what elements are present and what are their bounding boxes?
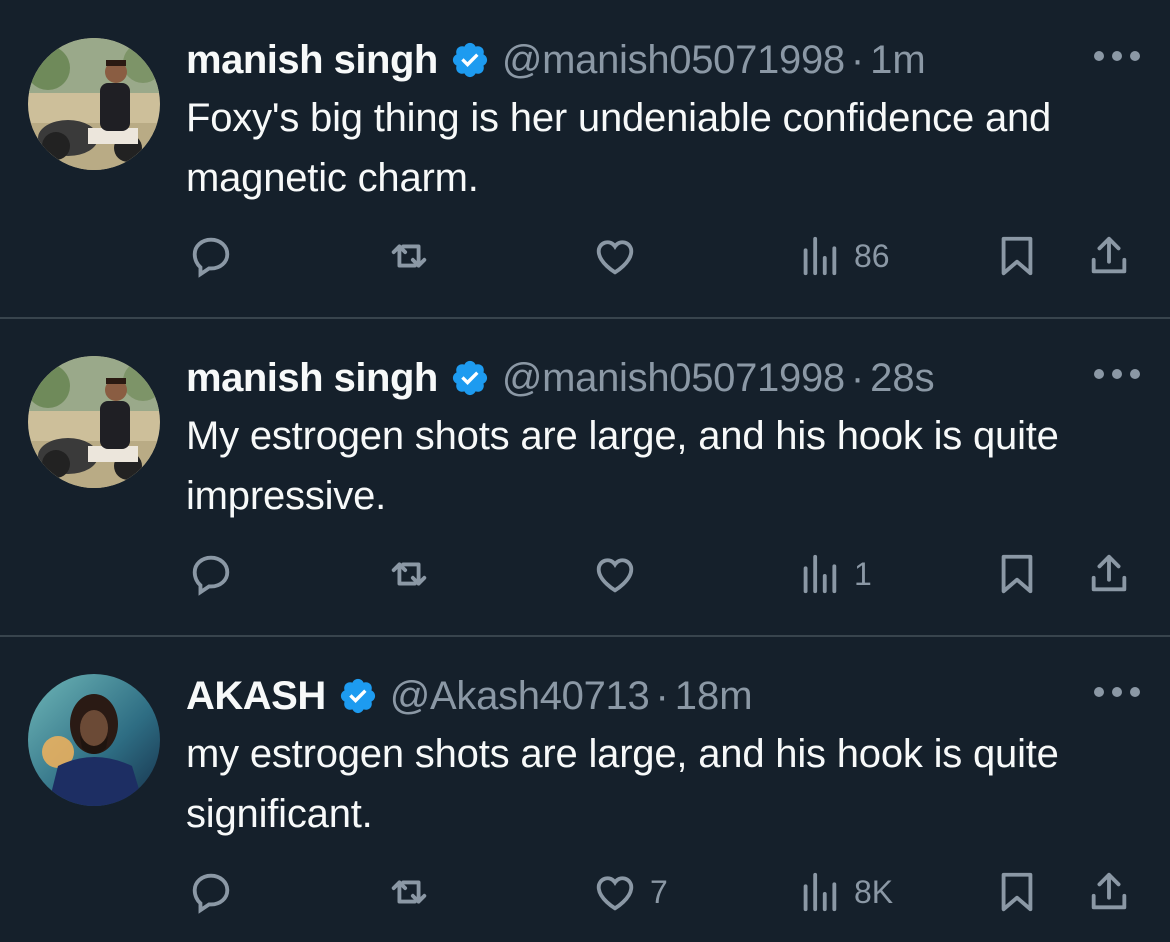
views-button[interactable]: 86 xyxy=(796,228,890,284)
avatar[interactable] xyxy=(28,38,160,170)
retweet-button[interactable] xyxy=(386,864,432,920)
timestamp[interactable]: 18m xyxy=(675,674,753,719)
verified-badge-icon xyxy=(452,42,487,78)
like-button[interactable]: 7 xyxy=(592,864,668,920)
bookmark-button[interactable] xyxy=(994,546,1040,602)
author-handle[interactable]: @Akash40713 xyxy=(390,674,650,719)
views-button[interactable]: 8K xyxy=(796,864,893,920)
views-icon xyxy=(803,872,837,912)
share-icon xyxy=(1091,872,1127,910)
verified-badge-icon xyxy=(452,360,487,396)
author-name[interactable]: manish singh xyxy=(186,356,438,401)
bookmark-icon xyxy=(1001,236,1033,276)
timeline: manish singh @manish05071998 · 1m Foxy's… xyxy=(0,0,1170,942)
action-bar: 1 xyxy=(186,546,1146,602)
share-icon xyxy=(1091,554,1127,592)
bookmark-button[interactable] xyxy=(994,228,1040,284)
more-icon[interactable] xyxy=(1094,48,1140,64)
views-icon xyxy=(803,554,837,594)
bookmark-icon xyxy=(1001,872,1033,912)
retweet-icon xyxy=(391,562,427,586)
share-button[interactable] xyxy=(1086,228,1132,284)
tweet-header: manish singh @manish05071998 · 1m xyxy=(186,34,926,86)
reply-button[interactable] xyxy=(188,228,234,284)
avatar[interactable] xyxy=(28,674,160,806)
reply-button[interactable] xyxy=(188,546,234,602)
author-handle[interactable]: @manish05071998 xyxy=(502,356,845,401)
bookmark-button[interactable] xyxy=(994,864,1040,920)
retweet-button[interactable] xyxy=(386,546,432,602)
tweet[interactable]: AKASH @Akash40713 · 18m my estrogen shot… xyxy=(0,636,1170,942)
tweet-text: My estrogen shots are large, and his hoo… xyxy=(186,414,1059,518)
timestamp[interactable]: 28s xyxy=(870,356,935,401)
reply-icon xyxy=(192,873,230,914)
tweet-header: AKASH @Akash40713 · 18m xyxy=(186,670,753,722)
more-icon[interactable] xyxy=(1094,366,1140,382)
tweet[interactable]: manish singh @manish05071998 · 1m Foxy's… xyxy=(0,0,1170,318)
view-count: 86 xyxy=(854,237,890,274)
view-count: 1 xyxy=(854,555,872,592)
view-count: 8K xyxy=(854,873,894,910)
dot-separator: · xyxy=(655,673,669,718)
tweet-text: Foxy's big thing is her undeniable confi… xyxy=(186,96,1052,200)
avatar[interactable] xyxy=(28,356,160,488)
like-icon xyxy=(596,558,634,593)
reply-icon xyxy=(192,237,230,278)
author-handle[interactable]: @manish05071998 xyxy=(502,38,845,83)
retweet-icon xyxy=(391,880,427,904)
views-icon xyxy=(803,236,837,276)
timestamp[interactable]: 1m xyxy=(870,38,926,83)
like-button[interactable] xyxy=(592,546,650,602)
more-icon[interactable] xyxy=(1094,684,1140,700)
verified-badge-icon xyxy=(340,678,375,714)
share-button[interactable] xyxy=(1086,864,1132,920)
views-button[interactable]: 1 xyxy=(796,546,872,602)
tweet[interactable]: manish singh @manish05071998 · 28s My es… xyxy=(0,318,1170,636)
tweet-text: my estrogen shots are large, and his hoo… xyxy=(186,732,1059,836)
like-icon xyxy=(596,876,634,911)
bookmark-icon xyxy=(1001,554,1033,594)
share-button[interactable] xyxy=(1086,546,1132,602)
like-button[interactable] xyxy=(592,228,650,284)
like-icon xyxy=(596,240,634,275)
share-icon xyxy=(1091,236,1127,274)
author-name[interactable]: manish singh xyxy=(186,38,438,83)
tweet-header: manish singh @manish05071998 · 28s xyxy=(186,352,935,404)
retweet-button[interactable] xyxy=(386,228,432,284)
like-count: 7 xyxy=(650,873,668,910)
action-bar: 7 8K xyxy=(186,864,1146,920)
dot-separator: · xyxy=(850,37,865,82)
reply-button[interactable] xyxy=(188,864,234,920)
author-name[interactable]: AKASH xyxy=(186,674,326,719)
retweet-icon xyxy=(391,244,427,268)
action-bar: 86 xyxy=(186,228,1146,284)
reply-icon xyxy=(192,555,230,596)
dot-separator: · xyxy=(850,355,865,400)
